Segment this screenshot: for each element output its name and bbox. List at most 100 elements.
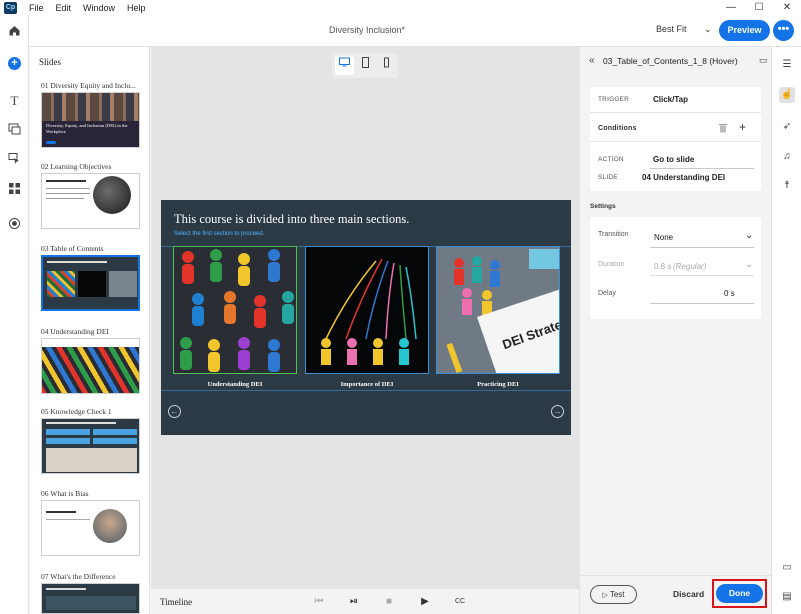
- chevron-down-icon[interactable]: ⌄: [745, 230, 753, 241]
- play-outline-icon: ▷: [602, 592, 610, 599]
- menu-edit[interactable]: Edit: [56, 3, 72, 13]
- text-icon[interactable]: T: [6, 92, 23, 109]
- next-arrow-icon[interactable]: →: [551, 405, 564, 418]
- field-underline: [650, 168, 754, 169]
- done-button[interactable]: Done: [716, 584, 763, 603]
- thumb-line: [46, 188, 90, 189]
- mobile-view-icon[interactable]: [377, 56, 396, 75]
- stage-heading: This course is divided into three main s…: [174, 212, 410, 226]
- add-icon[interactable]: +: [8, 57, 21, 70]
- page-icon[interactable]: ▤: [779, 589, 795, 605]
- preview-button[interactable]: Preview: [719, 20, 770, 41]
- section-card-understanding[interactable]: [173, 246, 297, 374]
- test-button[interactable]: ▷ Test: [590, 585, 637, 604]
- maximize-button[interactable]: ☐: [745, 0, 773, 15]
- monitor-icon[interactable]: ▭: [759, 55, 768, 66]
- add-condition-icon[interactable]: +: [739, 120, 746, 134]
- thumb-photo: [46, 448, 137, 472]
- menu-window[interactable]: Window: [83, 3, 115, 13]
- properties-panel: « 03_Table_of_Contents_1_8 (Hover) ▭ TRI…: [579, 47, 771, 614]
- slide-label-01: 01 Diversity Equity and Inclu...: [41, 81, 136, 90]
- discard-button[interactable]: Discard: [673, 589, 704, 599]
- stop-icon[interactable]: ■: [381, 594, 397, 610]
- slide-thumb-01[interactable]: Diversity, Equity, and Inclusion (DEI) i…: [41, 92, 140, 148]
- interactions-icon[interactable]: [6, 152, 23, 169]
- conditions-label: Conditions: [598, 125, 637, 132]
- thumb-line: [46, 180, 86, 182]
- window-controls: — ☐ ✕: [717, 0, 801, 15]
- play-icon[interactable]: ▶: [417, 594, 433, 610]
- previous-arrow-icon[interactable]: ←: [168, 405, 181, 418]
- slide-thumb-03[interactable]: [41, 255, 140, 311]
- home-icon[interactable]: [6, 24, 23, 41]
- trigger-value[interactable]: Click/Tap: [653, 95, 688, 104]
- captions-icon[interactable]: CC: [452, 594, 468, 610]
- widgets-icon[interactable]: [6, 182, 23, 199]
- thumb-header: [42, 339, 139, 347]
- slide-thumb-04[interactable]: [41, 338, 140, 394]
- slide-thumb-07[interactable]: [41, 583, 140, 614]
- thumb-image-2: [78, 271, 106, 297]
- interactions-icon[interactable]: ☝: [779, 87, 795, 103]
- duration-value[interactable]: 0.8 s: [654, 262, 671, 271]
- accessibility-icon[interactable]: ☨: [779, 178, 795, 194]
- slide-target-value[interactable]: 04 Understanding DEI: [642, 173, 725, 182]
- more-options-button[interactable]: •••: [773, 20, 794, 41]
- thumb-line: [46, 193, 90, 194]
- settings-label: Settings: [590, 203, 616, 210]
- close-button[interactable]: ✕: [773, 0, 801, 15]
- slide-thumb-06[interactable]: [41, 500, 140, 556]
- settings-box: Transition None ⌄ Duration 0.8 s (Regula…: [590, 217, 761, 319]
- delay-input[interactable]: 0 s: [724, 289, 735, 298]
- play-step-icon[interactable]: ⏯: [346, 594, 362, 610]
- trash-icon[interactable]: [718, 122, 728, 135]
- media-icon[interactable]: [6, 122, 23, 139]
- slide-label-03: 03 Table of Contents: [41, 244, 104, 253]
- transition-select[interactable]: None: [654, 233, 673, 242]
- thumb-option: [46, 429, 90, 435]
- zoom-fit-select[interactable]: Best Fit: [656, 24, 687, 34]
- menu-file[interactable]: File: [29, 3, 44, 13]
- object-name: 03_Table_of_Contents_1_8 (Hover): [603, 56, 738, 66]
- record-icon[interactable]: [6, 217, 23, 234]
- field-underline: [650, 275, 754, 276]
- document-title: Diversity Inclusion*: [329, 25, 406, 35]
- menu-help[interactable]: Help: [127, 3, 146, 13]
- action-value[interactable]: Go to slide: [653, 155, 694, 164]
- test-button-label: Test: [609, 590, 625, 599]
- section-card-practicing[interactable]: DEI Strate: [436, 246, 560, 374]
- thumb-image-3: [109, 271, 137, 297]
- desktop-view-icon[interactable]: [335, 56, 354, 75]
- tablet-view-icon[interactable]: [356, 56, 375, 75]
- card-label-understanding: Understanding DEI: [207, 381, 263, 388]
- section-card-importance[interactable]: [305, 246, 429, 374]
- chevron-down-icon[interactable]: ⌄: [704, 24, 712, 35]
- slides-layout-icon[interactable]: ▭: [779, 560, 795, 576]
- action-label: ACTION: [598, 156, 624, 163]
- slide-label-04: 04 Understanding DEI: [41, 327, 109, 336]
- skip-back-icon[interactable]: ⏮: [311, 594, 327, 610]
- duration-hint: (Regular): [673, 262, 707, 271]
- arrows-people-image: [306, 247, 428, 373]
- slide-thumb-02[interactable]: [41, 173, 140, 229]
- thumb-table: [46, 596, 136, 610]
- timeline-label[interactable]: Timeline: [160, 597, 192, 607]
- people-figures-image: [174, 247, 296, 373]
- thumb-line: [47, 261, 107, 263]
- thumb-line: [46, 511, 76, 513]
- chevron-down-icon[interactable]: ⌄: [745, 259, 753, 270]
- collapse-panel-icon[interactable]: «: [589, 55, 595, 66]
- animation-icon[interactable]: ➶: [779, 119, 795, 135]
- circle-photo: [93, 509, 127, 543]
- properties-header: « 03_Table_of_Contents_1_8 (Hover) ▭: [580, 47, 771, 75]
- slide-stage[interactable]: This course is divided into three main s…: [161, 200, 571, 435]
- properties-icon[interactable]: ☰: [779, 57, 795, 73]
- audio-icon[interactable]: ♫: [779, 149, 795, 165]
- slide-thumb-05[interactable]: [41, 418, 140, 474]
- minimize-button[interactable]: —: [717, 0, 745, 15]
- circle-photo: [93, 176, 131, 214]
- device-switcher: [332, 53, 398, 78]
- interaction-box: TRIGGER Click/Tap Conditions + ACTION Go…: [590, 87, 761, 191]
- slide-canvas: This course is divided into three main s…: [151, 47, 579, 588]
- delay-label: Delay: [598, 290, 616, 297]
